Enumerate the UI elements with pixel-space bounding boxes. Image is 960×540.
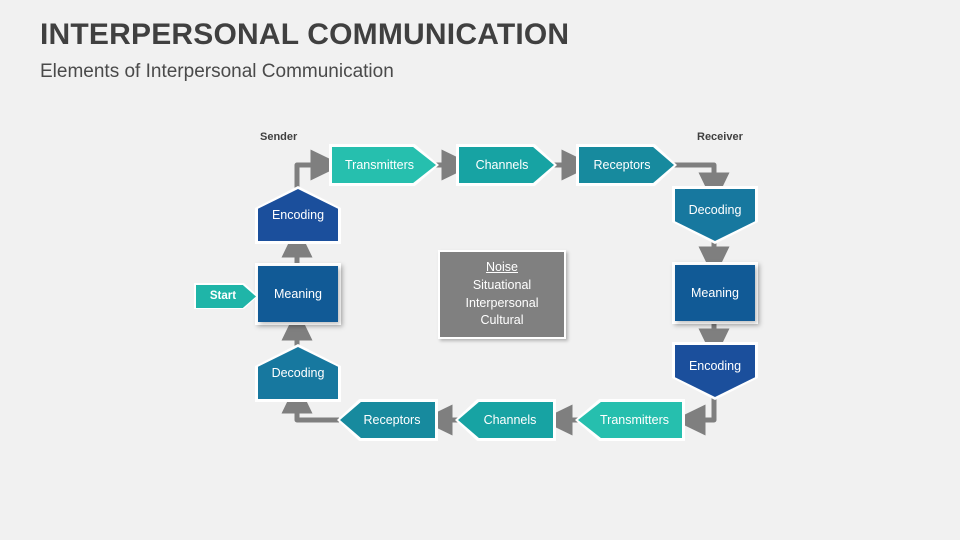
node-receiver-receptors-label: Receptors bbox=[593, 157, 651, 172]
node-sender-decoding-label: Decoding bbox=[271, 365, 325, 380]
node-receiver-meaning[interactable]: Meaning bbox=[675, 265, 755, 321]
node-receiver-encoding-label: Encoding bbox=[688, 359, 742, 374]
noise-heading: Noise bbox=[486, 260, 518, 274]
noise-item-situational: Situational bbox=[472, 277, 532, 292]
noise-item-interpersonal: Interpersonal bbox=[465, 295, 539, 310]
node-start-label: Start bbox=[209, 289, 237, 302]
node-top-channels-label: Channels bbox=[475, 157, 529, 172]
node-receiver-transmitters-label: Transmitters bbox=[600, 412, 669, 427]
node-sender-meaning[interactable]: Meaning bbox=[258, 266, 338, 322]
node-sender-meaning-label: Meaning bbox=[274, 286, 322, 301]
slide-canvas: INTERPERSONAL COMMUNICATION Elements of … bbox=[0, 0, 960, 540]
node-sender-receptors-label: Receptors bbox=[363, 412, 421, 427]
noise-item-cultural: Cultural bbox=[480, 313, 524, 328]
node-receiver-decoding-label: Decoding bbox=[688, 203, 742, 218]
node-sender-encoding-label: Encoding bbox=[271, 207, 325, 222]
node-receiver-meaning-label: Meaning bbox=[691, 285, 739, 300]
node-bottom-channels-label: Channels bbox=[483, 412, 537, 427]
node-sender-transmitters-label: Transmitters bbox=[345, 157, 414, 172]
noise-box: Noise Situational Interpersonal Cultural bbox=[438, 250, 566, 339]
